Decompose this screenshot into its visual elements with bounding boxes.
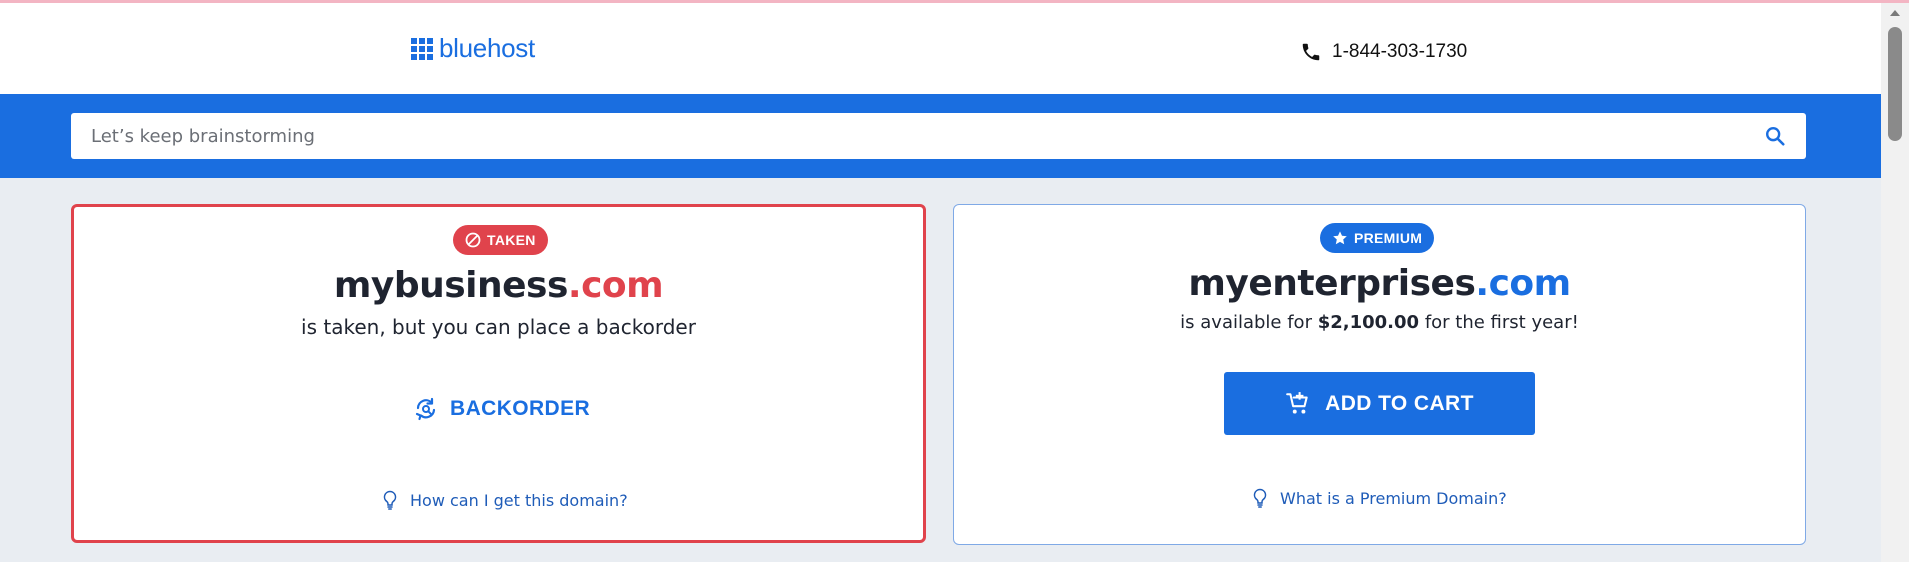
taken-badge: TAKEN bbox=[453, 225, 548, 255]
premium-domain-title: myenterprises.com bbox=[954, 263, 1805, 304]
search-band bbox=[0, 94, 1881, 178]
page-scrollbar[interactable] bbox=[1881, 3, 1909, 562]
add-to-cart-button[interactable]: ADD TO CART bbox=[1224, 372, 1535, 435]
bluehost-logo[interactable]: bluehost bbox=[411, 33, 535, 64]
taken-domain-card: TAKEN mybusiness.com is taken, but you c… bbox=[71, 204, 926, 543]
refresh-search-icon bbox=[415, 397, 436, 421]
phone-number: 1-844-303-1730 bbox=[1332, 41, 1468, 62]
scroll-up-arrow-icon[interactable] bbox=[1890, 10, 1900, 16]
lightbulb-icon bbox=[1253, 488, 1267, 508]
help-link-get-domain[interactable]: How can I get this domain? bbox=[382, 490, 628, 510]
search-input[interactable] bbox=[71, 113, 1761, 159]
scroll-thumb[interactable] bbox=[1888, 27, 1902, 141]
help-link-label: How can I get this domain? bbox=[410, 490, 628, 510]
taken-subtitle: is taken, but you can place a backorder bbox=[301, 315, 696, 339]
premium-subtitle: is available for $2,100.00 for the first… bbox=[954, 312, 1805, 333]
phone-icon bbox=[1302, 43, 1320, 61]
premium-domain-card: PREMIUM myenterprises.com is available f… bbox=[953, 204, 1806, 545]
help-link-premium-domain[interactable]: What is a Premium Domain? bbox=[1252, 488, 1507, 508]
premium-subtitle-prefix: is available for bbox=[1180, 312, 1312, 333]
premium-price: $2,100.00 bbox=[1317, 312, 1420, 333]
search-box bbox=[71, 113, 1806, 159]
site-header: bluehost 1-844-303-1730 bbox=[0, 3, 1881, 94]
premium-domain-name: myenterprises bbox=[1188, 263, 1476, 304]
star-icon bbox=[1333, 231, 1347, 245]
logo-text: bluehost bbox=[439, 33, 535, 63]
search-icon[interactable] bbox=[1764, 125, 1786, 147]
phone-link[interactable]: 1-844-303-1730 bbox=[1300, 41, 1467, 63]
taken-domain-name: mybusiness bbox=[333, 265, 569, 306]
taken-domain-tld: .com bbox=[567, 265, 664, 306]
add-cart-icon bbox=[1286, 391, 1308, 414]
grid-icon bbox=[411, 37, 433, 60]
taken-domain-title: mybusiness.com bbox=[74, 265, 923, 306]
add-to-cart-label: ADD TO CART bbox=[1325, 391, 1474, 415]
block-icon bbox=[465, 232, 481, 248]
taken-badge-label: TAKEN bbox=[487, 232, 536, 248]
help-link-label: What is a Premium Domain? bbox=[1280, 488, 1507, 508]
premium-badge-label: PREMIUM bbox=[1354, 230, 1423, 246]
premium-subtitle-suffix: for the first year! bbox=[1424, 312, 1579, 333]
backorder-button-label: BACKORDER bbox=[450, 397, 591, 420]
backorder-button[interactable]: BACKORDER bbox=[414, 397, 590, 421]
premium-badge: PREMIUM bbox=[1320, 223, 1435, 253]
lightbulb-icon bbox=[383, 490, 397, 510]
premium-domain-tld: .com bbox=[1475, 263, 1571, 304]
